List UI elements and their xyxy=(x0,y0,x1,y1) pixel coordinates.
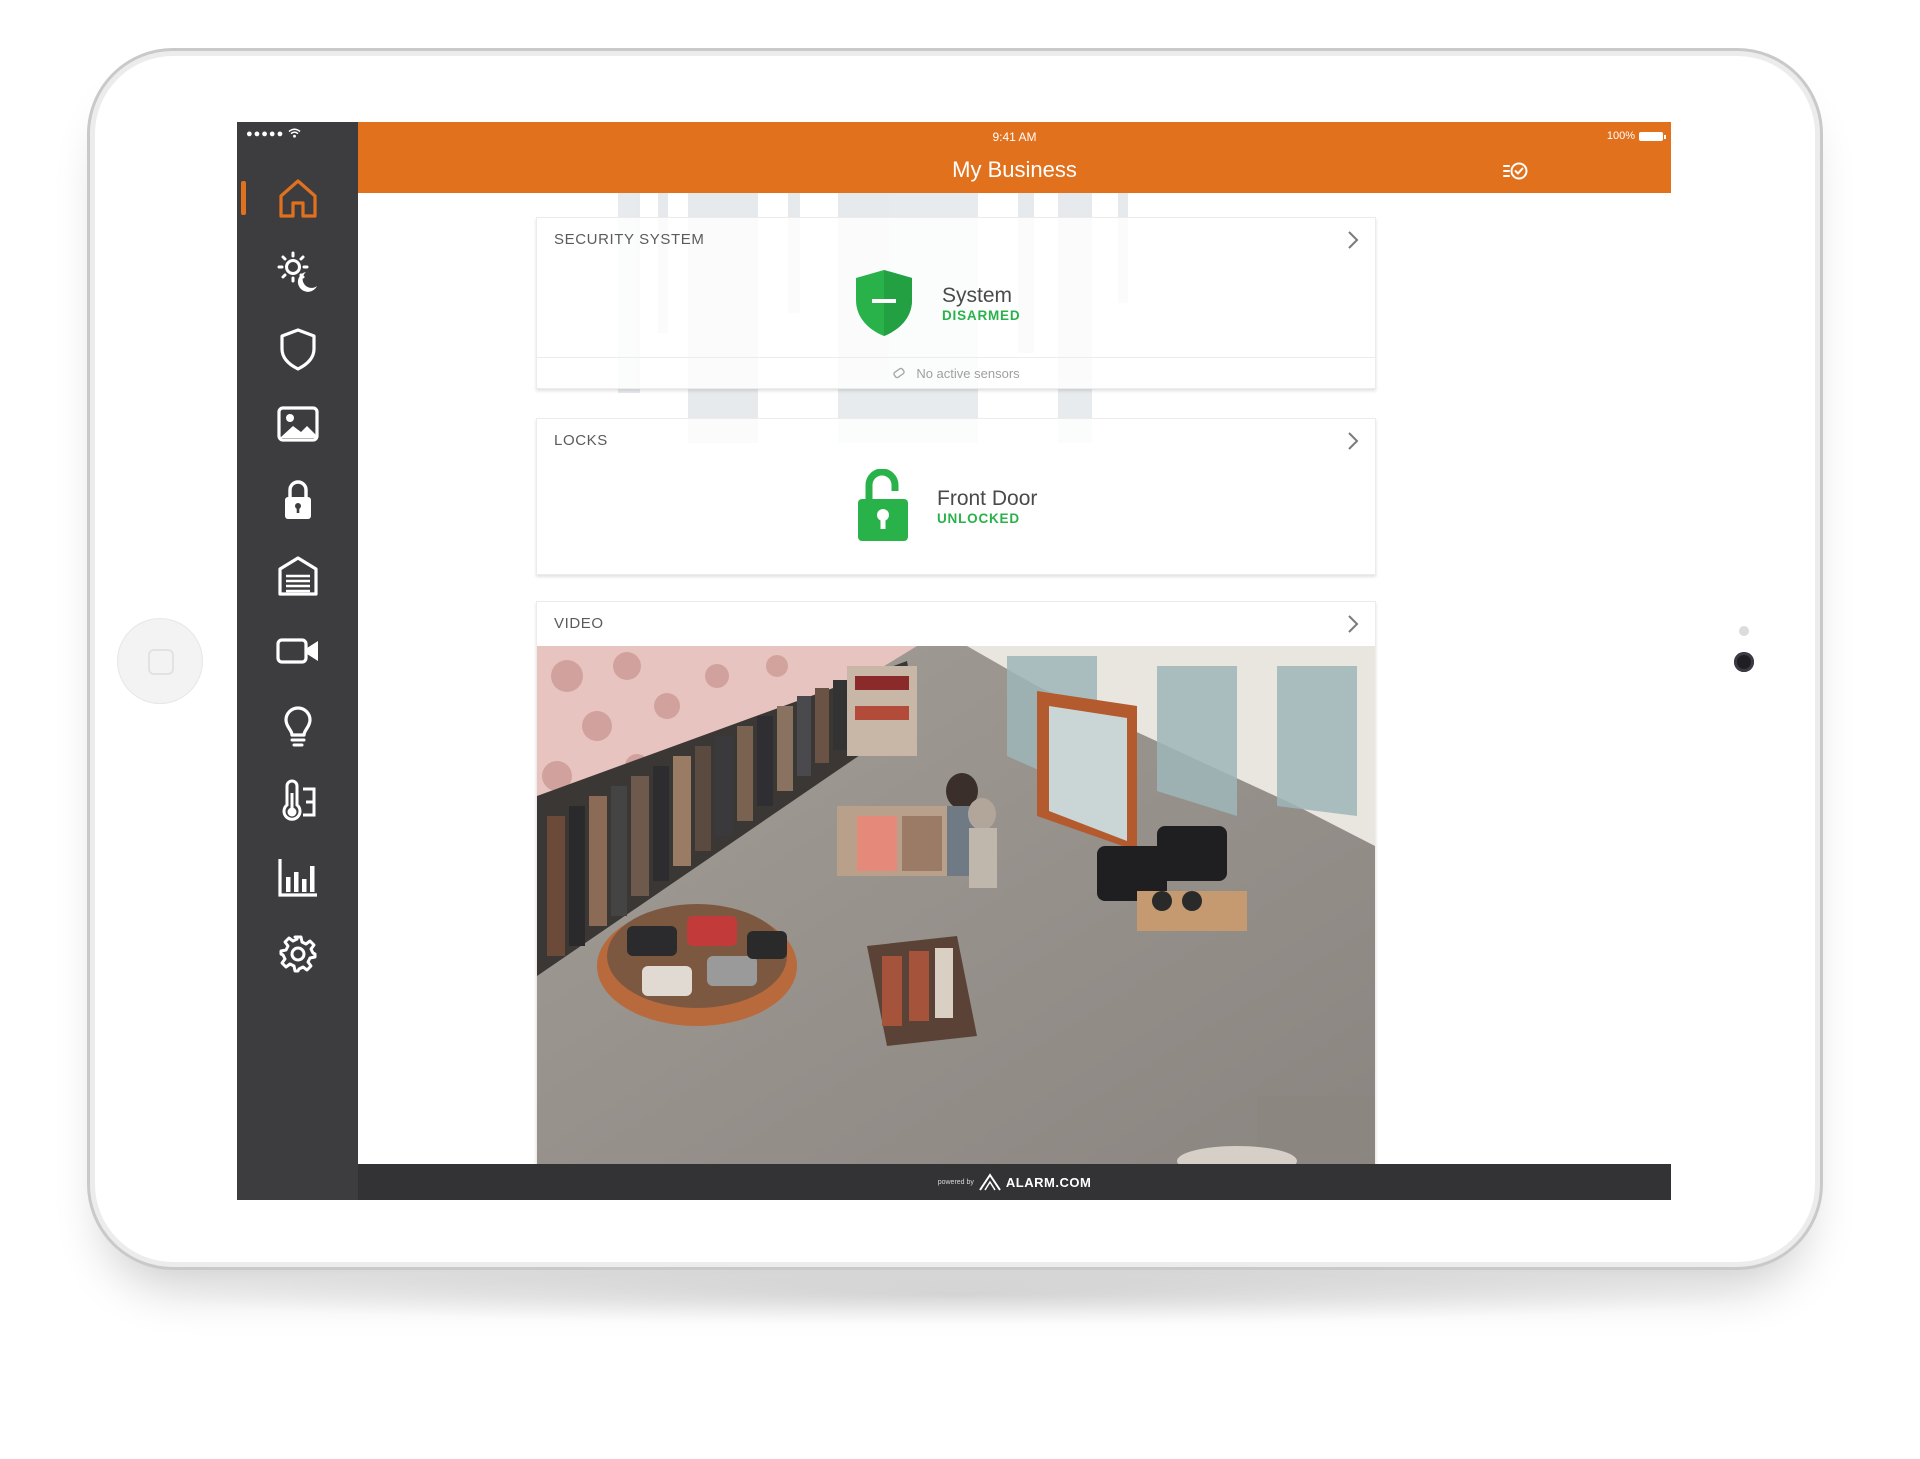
powered-by-bar: powered by ALARM.COM xyxy=(358,1164,1671,1200)
activity-list-check-icon xyxy=(1503,162,1528,180)
home-button[interactable] xyxy=(117,618,203,704)
battery-icon xyxy=(1639,131,1666,141)
home-icon xyxy=(278,179,317,218)
nav-video[interactable] xyxy=(237,621,358,681)
top-bar: 9:41 AM 100% My Business xyxy=(358,122,1671,193)
dashboard-content: SECURITY SYSTEM System DISARMED No activ… xyxy=(358,193,1671,1164)
nav-scenes[interactable] xyxy=(237,243,358,303)
gear-icon xyxy=(279,935,316,973)
nav-images[interactable] xyxy=(237,394,358,454)
lock-name: Front Door xyxy=(937,486,1038,510)
system-status: DISARMED xyxy=(942,307,1021,323)
card-title: SECURITY SYSTEM xyxy=(554,231,705,248)
lock-state: Front Door UNLOCKED xyxy=(855,469,1037,543)
security-system-card[interactable]: SECURITY SYSTEM System DISARMED No activ… xyxy=(536,217,1376,389)
nav-home[interactable] xyxy=(237,168,358,228)
activity-button[interactable] xyxy=(1501,158,1531,184)
signal-dots: ●●●●● xyxy=(246,128,289,140)
app-screen: ●●●●● 9:41 AM 100% My Business SECURITY … xyxy=(237,122,1671,1200)
security-state-text: System DISARMED xyxy=(942,284,1020,323)
brand-name: ALARM.COM xyxy=(1005,1174,1092,1190)
home-button-icon xyxy=(148,649,174,675)
lock-status: UNLOCKED xyxy=(937,510,1020,526)
nav-lights[interactable] xyxy=(237,697,358,757)
nav-locks[interactable] xyxy=(237,470,358,530)
status-time: 9:41 AM xyxy=(992,130,1037,144)
thermostat-icon xyxy=(282,779,315,821)
sensor-footer: No active sensors xyxy=(537,357,1375,388)
card-title: VIDEO xyxy=(554,615,604,632)
nav-thermostat[interactable] xyxy=(237,772,358,832)
alarm-com-logo-icon xyxy=(979,1173,1001,1191)
proximity-sensor xyxy=(1739,626,1749,636)
nav-reports[interactable] xyxy=(237,847,358,907)
camera-feed[interactable] xyxy=(537,646,1375,1164)
shield-disarmed-icon xyxy=(856,270,912,336)
page-title: My Business xyxy=(952,157,1077,182)
sensor-icon xyxy=(893,367,906,379)
nav-settings[interactable] xyxy=(237,924,358,984)
store-camera-image xyxy=(537,646,1375,1164)
device-shadow xyxy=(140,1265,1780,1325)
lock-icon xyxy=(284,480,311,519)
nav-security[interactable] xyxy=(237,319,358,379)
front-camera xyxy=(1734,652,1754,672)
system-name: System xyxy=(942,283,1013,307)
day-night-icon xyxy=(277,251,317,292)
sidebar: ●●●●● xyxy=(237,122,358,1200)
unlocked-padlock-icon[interactable] xyxy=(855,469,911,543)
card-title: LOCKS xyxy=(554,432,608,449)
locks-card[interactable]: LOCKS Front Door UNLOCKED xyxy=(536,418,1376,575)
security-state: System DISARMED xyxy=(852,268,1020,338)
bar-chart-icon xyxy=(277,859,317,897)
lock-state-text: Front Door UNLOCKED xyxy=(937,487,1037,526)
lightbulb-icon xyxy=(283,706,312,747)
signal-status: ●●●●● xyxy=(246,128,301,140)
video-camera-icon xyxy=(275,638,318,664)
sensor-footer-text: No active sensors xyxy=(916,365,1020,381)
image-icon xyxy=(276,406,319,442)
garage-icon xyxy=(277,556,318,596)
powered-by-label: powered by xyxy=(937,1178,974,1186)
nav-garage[interactable] xyxy=(237,546,358,606)
battery-percent: 100% xyxy=(1606,130,1635,142)
chevron-right-icon[interactable] xyxy=(1345,429,1361,453)
shield-icon xyxy=(279,328,316,371)
battery-status: 100% xyxy=(1606,130,1666,142)
wifi-icon xyxy=(288,128,301,138)
chevron-right-icon[interactable] xyxy=(1345,612,1361,636)
video-card[interactable]: VIDEO xyxy=(536,601,1376,1164)
chevron-right-icon[interactable] xyxy=(1345,228,1361,252)
